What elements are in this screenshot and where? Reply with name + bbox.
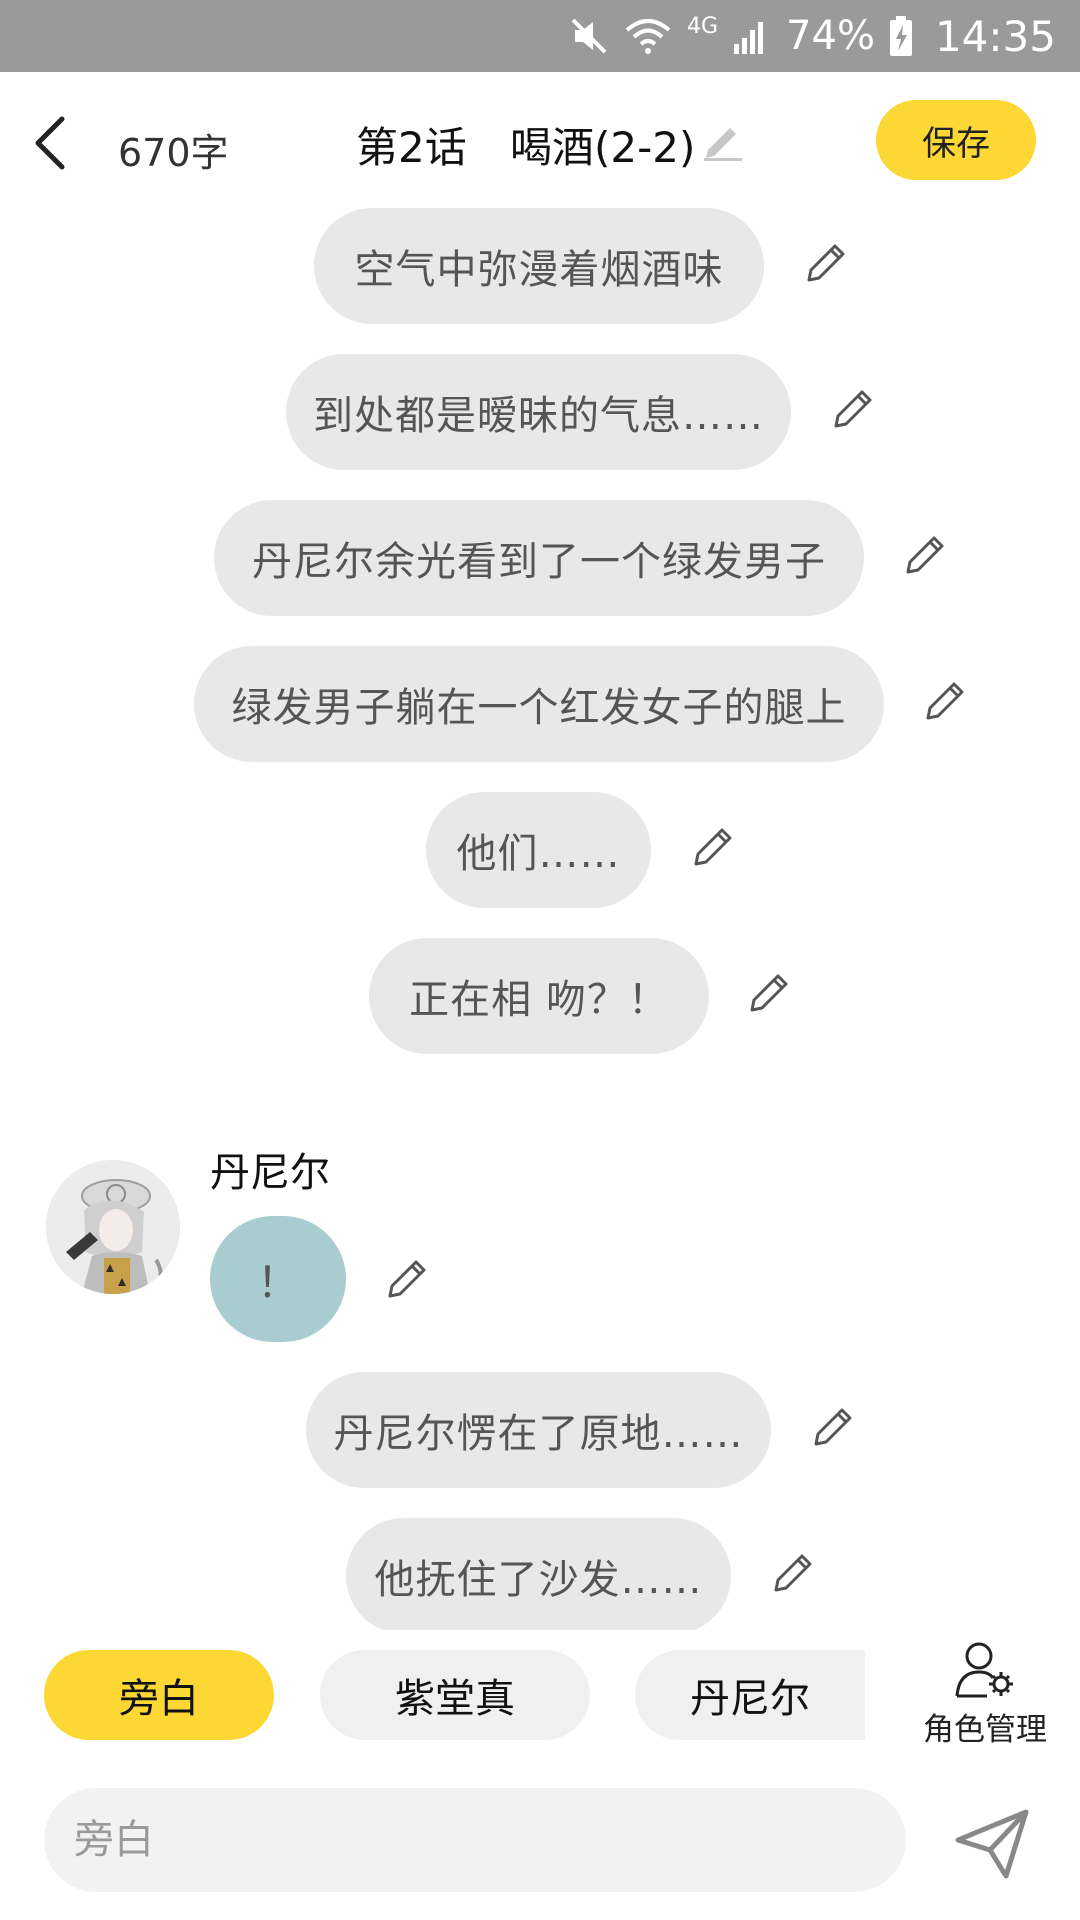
back-button[interactable] — [20, 108, 80, 178]
pencil-icon — [704, 128, 742, 161]
role-chip-narrator[interactable]: 旁白 — [44, 1650, 274, 1740]
edit-pencil-icon[interactable] — [690, 824, 736, 870]
edit-pencil-icon[interactable] — [810, 1404, 856, 1450]
narration-bubble[interactable]: 到处都是暧昧的气息…… — [286, 354, 791, 470]
user-settings-icon — [955, 1642, 1013, 1698]
narration-bubble[interactable]: 他抚住了沙发…… — [346, 1518, 731, 1630]
role-manage-button[interactable]: 角色管理 — [910, 1640, 1060, 1760]
narration-bubble[interactable]: 绿发男子躺在一个红发女子的腿上 — [194, 646, 884, 762]
wifi-icon — [625, 19, 671, 54]
clock: 14:35 — [934, 11, 1056, 61]
chapter-title: 喝酒(2-2) — [510, 123, 696, 172]
narration-bubble[interactable]: 他们…… — [426, 792, 651, 908]
send-icon — [955, 1809, 1029, 1879]
battery-charging-icon — [889, 16, 912, 56]
edit-pencil-icon[interactable] — [922, 678, 968, 724]
speaker-name: 丹尼尔 — [210, 1150, 330, 1196]
edit-pencil-icon[interactable] — [830, 386, 876, 432]
message-input[interactable] — [44, 1788, 906, 1892]
episode-number: 第2话 — [356, 123, 467, 172]
signal-icon — [734, 22, 764, 54]
edit-pencil-icon[interactable] — [384, 1256, 430, 1302]
narration-bubble[interactable]: 丹尼尔余光看到了一个绿发男子 — [214, 500, 864, 616]
mute-icon — [571, 18, 607, 54]
narration-bubble[interactable]: 丹尼尔愣在了原地…… — [306, 1372, 771, 1488]
input-bar — [0, 1780, 1080, 1920]
role-manage-label: 角色管理 — [923, 1712, 1047, 1748]
story-content: 空气中弥漫着烟酒味 到处都是暧昧的气息…… 丹尼尔余光看到了一个绿发男子 绿发男… — [0, 200, 1080, 1630]
character-portrait-icon — [46, 1160, 180, 1294]
battery-percent: 74% — [786, 13, 875, 59]
role-chip-daniel[interactable]: 丹尼尔 — [635, 1650, 865, 1740]
word-count: 670字 — [118, 131, 229, 175]
narration-bubble[interactable]: 正在相 吻？！ — [369, 938, 709, 1054]
status-bar: 4G 74% 14:35 — [0, 0, 1080, 72]
send-button[interactable] — [950, 1800, 1034, 1884]
character-avatar[interactable] — [46, 1160, 180, 1294]
edit-pencil-icon[interactable] — [746, 970, 792, 1016]
character-bubble[interactable]: ！ — [210, 1216, 346, 1342]
title-edit-button[interactable] — [700, 116, 746, 162]
editor-header: 670字 第2话 喝酒(2-2) 保存 — [0, 72, 1080, 212]
save-button[interactable]: 保存 — [876, 100, 1036, 180]
role-chip-zitangzhen[interactable]: 紫堂真 — [320, 1650, 590, 1740]
narration-bubble[interactable]: 空气中弥漫着烟酒味 — [314, 208, 764, 324]
edit-pencil-icon[interactable] — [803, 240, 849, 286]
edit-pencil-icon[interactable] — [902, 532, 948, 578]
network-type: 4G — [687, 14, 719, 39]
chevron-left-icon — [35, 116, 65, 170]
role-selector: 旁白 紫堂真 丹尼尔 角色管理 — [0, 1640, 1080, 1770]
edit-pencil-icon[interactable] — [770, 1550, 816, 1596]
